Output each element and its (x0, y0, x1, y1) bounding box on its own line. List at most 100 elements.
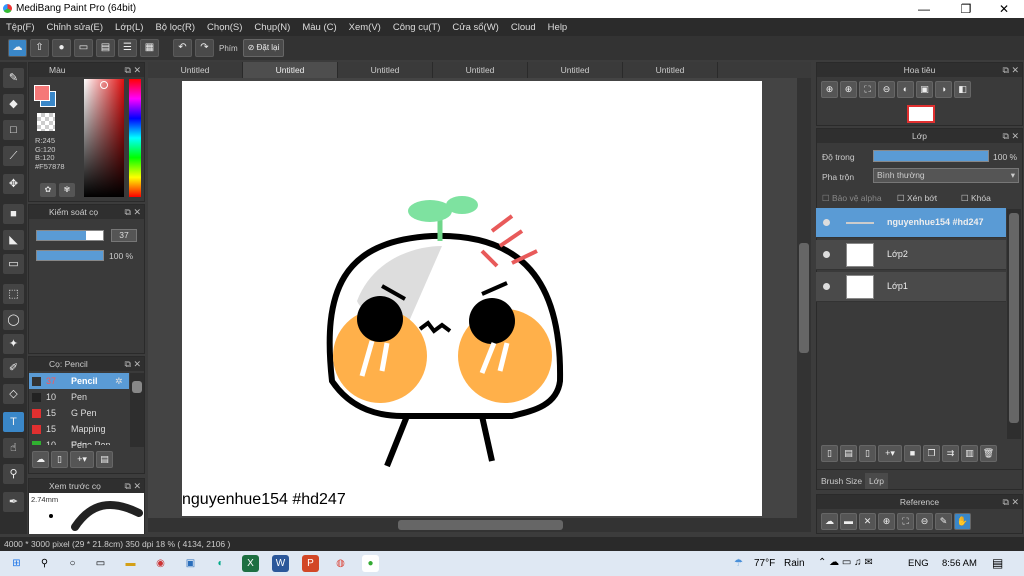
undo-icon[interactable]: ↶ (173, 39, 192, 57)
panel-controls-icon[interactable]: ⧉ ✕ (1003, 495, 1019, 509)
cloud-upload-icon[interactable]: ☁ (821, 513, 838, 530)
navigator-thumbnail[interactable] (907, 105, 935, 123)
blend-mode-select[interactable]: Bình thường ▾ (873, 168, 1019, 183)
tab-document[interactable]: Untitled (433, 62, 528, 78)
app-icon[interactable]: ◉ (152, 555, 169, 572)
gradient-tool-icon[interactable]: ▭ (3, 254, 24, 274)
upload-icon[interactable]: ⇧ (30, 39, 49, 57)
shape-tool-icon[interactable]: □ (3, 120, 24, 140)
actual-size-icon[interactable]: ▣ (916, 81, 933, 98)
menu-color[interactable]: Màu (C) (302, 22, 336, 33)
primary-color-swatch[interactable] (34, 85, 50, 101)
notifications-icon[interactable]: ▤ (992, 556, 1003, 570)
eyedropper-tool-icon[interactable]: ⚲ (3, 464, 24, 484)
menu-layer[interactable]: Lớp(L) (115, 22, 143, 33)
menu-snap[interactable]: Chụp(N) (254, 22, 290, 33)
edge-icon[interactable]: ◐ (212, 555, 229, 572)
select-eraser-tool-icon[interactable]: ◇ (3, 384, 24, 404)
menu-tools[interactable]: Công cụ(T) (393, 22, 441, 33)
panel-controls-icon[interactable]: ⧉ ✕ (1003, 129, 1019, 143)
fit-icon[interactable]: ⛶ (897, 513, 914, 530)
windows-start-icon[interactable]: ⊞ (8, 555, 25, 572)
clipping-checkbox[interactable]: ☐ Xén bớt (897, 193, 937, 204)
bucket-tool-icon[interactable]: ◣ (3, 230, 24, 250)
add-brush-icon[interactable]: +▾ (70, 451, 94, 468)
palette-settings-icon[interactable]: ✾ (59, 183, 75, 197)
language-indicator[interactable]: ENG (908, 558, 929, 569)
cortana-icon[interactable]: ○ (64, 555, 81, 572)
fill-rect-tool-icon[interactable]: ■ (3, 204, 24, 224)
new-brush-icon[interactable]: ▯ (51, 451, 68, 468)
visibility-icon[interactable] (823, 251, 830, 258)
minimize-button[interactable]: — (904, 1, 944, 17)
excel-icon[interactable]: X (242, 555, 259, 572)
brush-row[interactable]: 10 Edge Pen (29, 437, 124, 445)
tab-document[interactable]: Untitled (623, 62, 718, 78)
reset-button[interactable]: ⊘ Đặt lại (242, 39, 285, 57)
brush-opacity-slider[interactable] (36, 250, 104, 261)
merge-layer-icon[interactable]: ⇉ (942, 445, 959, 462)
tab-layer[interactable]: Lớp (865, 473, 889, 489)
maximize-button[interactable]: ❐ (946, 1, 986, 17)
eyedropper-icon[interactable]: ✎ (935, 513, 952, 530)
clock[interactable]: 8:56 AM (942, 558, 977, 569)
new-layer-icon[interactable]: ▯ (821, 445, 838, 462)
tray-icons[interactable]: ⌃ ☁ ▭ ♫ ✉ (818, 557, 873, 568)
add-layer-dropdown-icon[interactable]: +▾ (878, 445, 902, 462)
canvas-horizontal-scrollbar[interactable] (148, 518, 811, 532)
cloud-brush-icon[interactable]: ☁ (32, 451, 49, 468)
panel-controls-icon[interactable]: ⧉ ✕ (125, 205, 141, 219)
cloud-icon[interactable]: ☁ (8, 39, 27, 57)
brush-row[interactable]: 10 Pen (29, 389, 124, 405)
hue-slider[interactable] (129, 79, 141, 197)
task-view-icon[interactable]: ▭ (92, 555, 109, 572)
brush-list-scrollbar[interactable] (130, 373, 144, 447)
lasso-tool-icon[interactable]: ◯ (3, 310, 24, 330)
menu-window[interactable]: Cửa sổ(W) (452, 22, 498, 33)
brush-row[interactable]: 15 Mapping Pen (29, 421, 124, 450)
new-layer-8bit-icon[interactable]: ▯ (859, 445, 876, 462)
color-picker-cursor[interactable] (100, 81, 108, 89)
menu-help[interactable]: Help (548, 22, 568, 33)
monitor-icon[interactable]: ▣ (182, 555, 199, 572)
protect-alpha-checkbox[interactable]: ☐ Bảo vệ alpha (822, 193, 882, 204)
canvas-vertical-scrollbar[interactable] (797, 78, 811, 518)
select-rect-tool-icon[interactable]: ⬚ (3, 284, 24, 304)
zoom-in-icon[interactable]: ⊕ (840, 81, 857, 98)
document-icon[interactable]: ▤ (96, 39, 115, 57)
tab-brush-size[interactable]: Brush Size (821, 476, 862, 486)
zoom-in-icon[interactable]: ⊕ (821, 81, 838, 98)
magic-wand-tool-icon[interactable]: ✦ (3, 334, 24, 354)
text-tool-icon[interactable]: T (3, 412, 24, 432)
chat-icon[interactable]: ▭ (74, 39, 93, 57)
layer-list-scrollbar[interactable] (1007, 209, 1021, 439)
fit-icon[interactable]: ⛶ (859, 81, 876, 98)
zoom-in-icon[interactable]: ⊕ (878, 513, 895, 530)
menu-filter[interactable]: Bộ lọc(R) (155, 22, 195, 33)
zoom-out-icon[interactable]: ⊖ (878, 81, 895, 98)
rotate-reset-icon[interactable]: ◑ (935, 81, 952, 98)
duplicate-layer-icon[interactable]: ❐ (923, 445, 940, 462)
visibility-icon[interactable] (823, 219, 830, 226)
search-icon[interactable]: ⚲ (36, 555, 53, 572)
layer-row[interactable]: Lớp1 (816, 272, 1006, 302)
layer-row[interactable]: nguyenhue154 #hd247 (816, 208, 1006, 238)
list-icon[interactable]: ☰ (118, 39, 137, 57)
menu-view[interactable]: Xem(V) (349, 22, 381, 33)
panel-controls-icon[interactable]: ⧉ ✕ (125, 63, 141, 77)
move-tool-icon[interactable]: ✥ (3, 174, 24, 194)
rotate-icon[interactable]: ◐ (897, 81, 914, 98)
tab-document-active[interactable]: Untitled (243, 62, 338, 78)
select-pen-tool-icon[interactable]: ✐ (3, 358, 24, 378)
close-icon[interactable]: ✕ (859, 513, 876, 530)
brush-row[interactable]: 37 Pencil ✲ (29, 373, 124, 389)
drawing-canvas[interactable]: nguyenhue154 #hd247 (182, 81, 762, 516)
powerpoint-icon[interactable]: P (302, 555, 319, 572)
line-tool-icon[interactable]: ⟋ (3, 146, 24, 166)
chrome-icon[interactable]: ◍ (332, 555, 349, 572)
tab-document[interactable]: Untitled (338, 62, 433, 78)
eraser-tool-icon[interactable]: ◆ (3, 94, 24, 114)
file-explorer-icon[interactable]: ▬ (122, 555, 139, 572)
grid-icon[interactable]: ▦ (140, 39, 159, 57)
layer-row[interactable]: Lớp2 (816, 240, 1006, 270)
